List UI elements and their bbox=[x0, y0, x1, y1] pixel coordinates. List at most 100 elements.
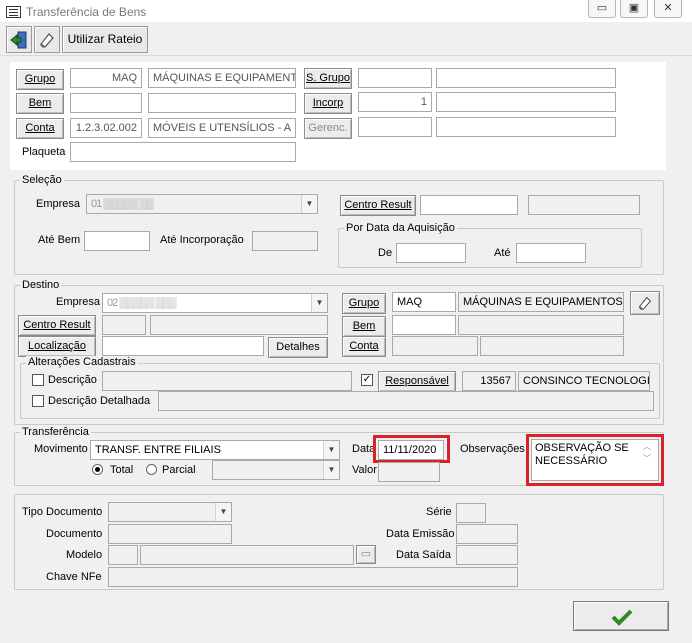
gerenc-desc-field[interactable] bbox=[436, 117, 616, 137]
movimento-value: TRANSF. ENTRE FILIAIS bbox=[95, 444, 221, 456]
modelo-code-field bbox=[108, 545, 138, 565]
destino-conta-desc bbox=[480, 336, 624, 356]
ate-incorporacao-label: Até Incorporação bbox=[160, 234, 244, 246]
localizacao-field[interactable] bbox=[102, 336, 264, 356]
conta-code-field[interactable]: 1.2.3.02.002 bbox=[70, 118, 142, 138]
sgrupo-button-label: S. Grupo bbox=[305, 72, 351, 84]
descricao-label: Descrição bbox=[48, 374, 97, 386]
selecao-empresa-label: Empresa bbox=[36, 198, 81, 210]
aquisicao-legend: Por Data da Aquisição bbox=[344, 222, 457, 234]
bem-code-field[interactable] bbox=[70, 93, 142, 113]
destino-centro-result-code bbox=[102, 315, 146, 335]
descricao-field bbox=[102, 371, 352, 391]
localizacao-button[interactable]: Localização bbox=[18, 336, 96, 357]
chevron-down-icon[interactable]: ▼ bbox=[323, 461, 339, 479]
sgrupo-code-field[interactable] bbox=[358, 68, 432, 88]
bem-button-label: Bem bbox=[28, 97, 52, 109]
eraser-icon[interactable] bbox=[630, 291, 660, 315]
bem-button[interactable]: Bem bbox=[16, 93, 64, 114]
destino-grupo-button[interactable]: Grupo bbox=[342, 293, 386, 314]
destino-grupo-code[interactable]: MAQ bbox=[392, 292, 456, 312]
title-bar: Transferência de Bens ▭ ▣ ✕ bbox=[0, 0, 692, 22]
tipo-documento-label: Tipo Documento bbox=[22, 506, 103, 518]
movimento-label: Movimento bbox=[34, 443, 88, 455]
total-label: Total bbox=[110, 464, 134, 476]
modelo-lookup-icon[interactable]: ▭ bbox=[356, 545, 376, 564]
utilizar-rateio-button[interactable]: Utilizar Rateio bbox=[62, 26, 148, 53]
data-emissao-label: Data Emissão bbox=[386, 528, 455, 540]
chevron-down-icon[interactable]: ▼ bbox=[311, 294, 327, 312]
incorp-desc-field[interactable] bbox=[436, 92, 616, 112]
grupo-button-label: Grupo bbox=[24, 73, 56, 85]
selecao-centro-result-desc bbox=[528, 195, 640, 215]
grupo-button[interactable]: Grupo bbox=[16, 69, 64, 90]
valor-label: Valor bbox=[352, 464, 377, 476]
incorp-button[interactable]: Incorp bbox=[304, 93, 352, 114]
conta-desc-field[interactable]: MÓVEIS E UTENSÍLIOS - A bbox=[148, 118, 296, 138]
grupo-desc-field[interactable]: MÁQUINAS E EQUIPAMENT bbox=[148, 68, 296, 88]
gerenc-code-field[interactable] bbox=[358, 117, 432, 137]
destino-empresa-select[interactable]: 02 ▒▒▒▒▒ ▒▒▒ ▼ bbox=[102, 293, 328, 313]
incorp-field[interactable]: 1 bbox=[358, 92, 432, 112]
descricao-detalhada-checkbox[interactable] bbox=[32, 395, 44, 407]
minimize-button[interactable]: ▭ bbox=[588, 0, 616, 18]
window-title: Transferência de Bens bbox=[26, 5, 147, 19]
destino-conta-button[interactable]: Conta bbox=[342, 336, 386, 357]
ate-bem-field[interactable] bbox=[84, 231, 150, 251]
checkmark-icon bbox=[611, 609, 633, 626]
eraser-icon[interactable] bbox=[34, 26, 60, 53]
parcial-select[interactable]: ▼ bbox=[212, 460, 340, 480]
observacoes-highlight bbox=[526, 434, 664, 486]
selecao-centro-result-button[interactable]: Centro Result bbox=[340, 195, 416, 216]
destino-empresa-label: Empresa bbox=[56, 296, 101, 308]
window-icon bbox=[6, 6, 21, 18]
sgrupo-desc-field[interactable] bbox=[436, 68, 616, 88]
destino-bem-button[interactable]: Bem bbox=[342, 316, 386, 337]
total-radio[interactable] bbox=[92, 464, 103, 475]
plaqueta-field[interactable] bbox=[70, 142, 296, 162]
destino-centro-result-button[interactable]: Centro Result bbox=[18, 315, 96, 336]
parcial-radio[interactable] bbox=[146, 464, 157, 475]
selecao-legend: Seleção bbox=[20, 174, 64, 186]
chave-nfe-label: Chave NFe bbox=[46, 571, 102, 583]
selecao-centro-result-label: Centro Result bbox=[344, 199, 412, 211]
transferencia-legend: Transferência bbox=[20, 426, 91, 438]
close-button[interactable]: ✕ bbox=[654, 0, 682, 18]
data-ate-field[interactable] bbox=[516, 243, 586, 263]
responsavel-code: 13567 bbox=[462, 371, 516, 391]
selecao-empresa-select[interactable]: 01 ▒▒▒▒▒ ▒▒ ▼ bbox=[86, 194, 318, 214]
chevron-down-icon[interactable]: ▼ bbox=[215, 503, 231, 521]
movimento-select[interactable]: TRANSF. ENTRE FILIAIS ▼ bbox=[90, 440, 340, 460]
bem-desc-field[interactable] bbox=[148, 93, 296, 113]
incorp-button-label: Incorp bbox=[312, 97, 344, 109]
ate-bem-label: Até Bem bbox=[38, 234, 81, 246]
destino-grupo-label: Grupo bbox=[348, 297, 380, 309]
gerenc-button[interactable]: Gerenc. bbox=[304, 118, 352, 139]
responsavel-checkbox[interactable]: ✓ bbox=[361, 374, 373, 386]
descricao-checkbox[interactable] bbox=[32, 374, 44, 386]
localizacao-label: Localização bbox=[27, 340, 87, 352]
chevron-down-icon[interactable]: ▼ bbox=[323, 441, 339, 459]
destino-bem-desc bbox=[458, 315, 624, 335]
exit-icon[interactable] bbox=[6, 26, 32, 53]
confirm-button[interactable] bbox=[573, 601, 669, 631]
detalhes-button[interactable]: Detalhes bbox=[268, 337, 328, 358]
documento-label: Documento bbox=[46, 528, 103, 540]
data-saida-label: Data Saída bbox=[396, 549, 452, 561]
ate-incorporacao-field[interactable] bbox=[252, 231, 318, 251]
destino-bem-code[interactable] bbox=[392, 315, 456, 335]
data-highlight bbox=[373, 435, 450, 463]
destino-centro-result-label: Centro Result bbox=[23, 319, 91, 331]
data-emissao-field bbox=[456, 524, 518, 544]
grupo-code-field[interactable]: MAQ bbox=[70, 68, 142, 88]
maximize-button[interactable]: ▣ bbox=[620, 0, 648, 18]
conta-button[interactable]: Conta bbox=[16, 118, 64, 139]
destino-legend: Destino bbox=[20, 279, 62, 291]
responsavel-button[interactable]: Responsável bbox=[378, 371, 456, 392]
sgrupo-button[interactable]: S. Grupo bbox=[304, 68, 352, 89]
chevron-down-icon[interactable]: ▼ bbox=[301, 195, 317, 213]
data-de-field[interactable] bbox=[396, 243, 466, 263]
tipo-documento-select[interactable]: ▼ bbox=[108, 502, 232, 522]
destino-centro-result-desc bbox=[150, 315, 328, 335]
selecao-centro-result-field[interactable] bbox=[420, 195, 518, 215]
